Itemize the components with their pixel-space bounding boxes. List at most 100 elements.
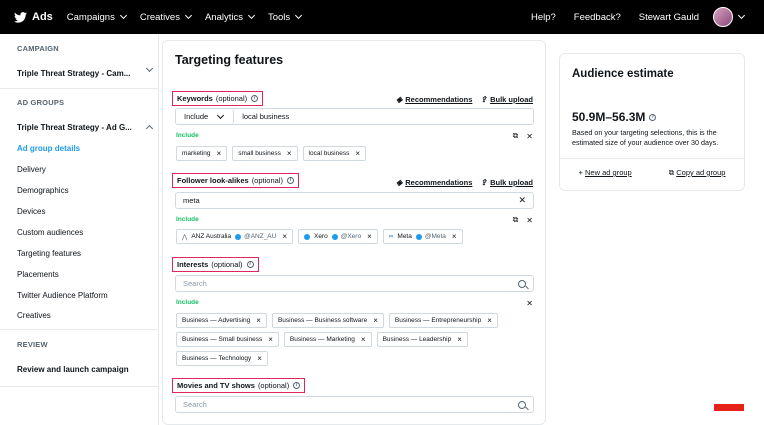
optional-text: (optional) — [211, 260, 243, 269]
sidebar: CAMPAIGN Triple Threat Strategy - Cam...… — [0, 34, 159, 425]
adgroups-header: AD GROUPS — [17, 98, 65, 107]
remove-icon[interactable]: × — [256, 316, 261, 325]
user-name[interactable]: Stewart Gauld — [639, 12, 699, 23]
campaign-selector[interactable]: Triple Threat Strategy - Cam... — [17, 64, 154, 78]
sidebar-item-creatives[interactable]: Creatives — [17, 311, 51, 320]
nav-tools[interactable]: Tools — [268, 11, 303, 23]
remove-icon[interactable]: × — [487, 316, 492, 325]
keywords-input-row: Include local business — [175, 108, 534, 125]
search-icon[interactable] — [518, 279, 526, 288]
sidebar-item-custom-audiences[interactable]: Custom audiences — [17, 228, 83, 237]
interests-label: Interests (optional) i — [172, 257, 259, 272]
sidebar-item-targeting-features[interactable]: Targeting features — [17, 249, 81, 258]
remove-icon[interactable]: × — [287, 149, 292, 158]
chevron-down-icon[interactable] — [737, 11, 746, 20]
feedback-link[interactable]: Feedback? — [574, 12, 621, 23]
info-icon[interactable]: i — [251, 95, 259, 102]
nav-label: Creatives — [139, 11, 180, 23]
followers-actions: ◈ Recommendations ⇪ Bulk upload — [396, 178, 533, 187]
close-icon[interactable]: ✕ — [526, 216, 533, 225]
audience-actions: + New ad group ⧉ Copy ad group — [560, 168, 744, 178]
chevron-down-icon — [217, 111, 225, 119]
sidebar-item-twitter-audience-platform[interactable]: Twitter Audience Platform — [17, 291, 108, 300]
sidebar-item-delivery[interactable]: Delivery — [17, 165, 46, 174]
chevron-up-icon — [145, 124, 154, 133]
xero-logo-icon — [304, 233, 311, 240]
label-text: Follower look-alikes — [177, 176, 249, 185]
bulk-upload-link[interactable]: Bulk upload — [490, 95, 533, 104]
remove-icon[interactable]: × — [452, 232, 457, 241]
recommendations-link[interactable]: Recommendations — [405, 178, 472, 187]
info-icon[interactable]: i — [649, 113, 657, 121]
clear-icon[interactable]: ✕ — [518, 195, 526, 206]
avatar[interactable] — [713, 7, 733, 27]
info-icon[interactable]: i — [286, 177, 294, 184]
followers-input-row: meta ✕ — [175, 192, 534, 209]
info-icon[interactable]: i — [246, 261, 254, 268]
page-title: Targeting features — [175, 53, 284, 67]
audience-range: 50.9M–56.3M i — [572, 110, 657, 124]
remove-icon[interactable]: × — [282, 232, 287, 241]
movies-search-input[interactable]: Search — [183, 400, 207, 409]
info-icon[interactable]: i — [293, 382, 301, 389]
include-label: Include — [176, 216, 199, 223]
optional-text: (optional) — [257, 381, 290, 390]
label-text: Movies and TV shows — [177, 381, 255, 390]
interest-chips: Business — Advertising × Business — Busin… — [176, 313, 521, 370]
keyword-chip: local business × — [302, 146, 367, 161]
adgroup-name: Triple Threat Strategy - Ad G... — [17, 123, 132, 132]
search-icon[interactable] — [518, 400, 526, 409]
remove-icon[interactable]: × — [367, 232, 372, 241]
bulk-upload-link[interactable]: Bulk upload — [490, 178, 533, 187]
chip-label: Business — Advertising — [182, 317, 251, 324]
follower-chips: ⋀ ANZ Australia @ANZ_AU × Xero @Xero × ∞ Meta @… — [176, 229, 516, 248]
anz-logo-icon: ⋀ — [182, 233, 188, 241]
followers-input[interactable]: meta — [183, 196, 200, 205]
youtube-badge — [714, 404, 744, 411]
copy-ad-group-button[interactable]: ⧉ Copy ad group — [669, 168, 726, 178]
follower-chip: Xero @Xero × — [298, 229, 378, 244]
twitter-ads-logo[interactable]: Ads — [14, 11, 53, 23]
chevron-down-icon — [145, 64, 154, 73]
close-icon[interactable]: ✕ — [526, 299, 533, 308]
close-icon[interactable]: ✕ — [526, 132, 533, 141]
chevron-down-icon — [119, 11, 127, 20]
remove-icon[interactable]: × — [268, 335, 273, 344]
remove-icon[interactable]: × — [457, 335, 462, 344]
remove-icon[interactable]: × — [257, 354, 262, 363]
row-actions: ⧉ ✕ — [505, 215, 533, 225]
remove-icon[interactable]: × — [373, 316, 378, 325]
remove-icon[interactable]: × — [355, 149, 360, 158]
verified-icon — [331, 233, 338, 240]
sidebar-item-devices[interactable]: Devices — [17, 207, 45, 216]
nav-label: Campaigns — [66, 11, 115, 23]
keywords-input[interactable]: local business — [242, 112, 289, 121]
remove-icon[interactable]: × — [217, 149, 222, 158]
nav-creatives[interactable]: Creatives — [139, 11, 193, 23]
interest-chip: Business — Business software × — [271, 313, 384, 328]
include-select[interactable]: Include — [176, 109, 235, 124]
sidebar-item-ad-group-details[interactable]: Ad group details — [17, 144, 80, 153]
verified-icon — [235, 233, 242, 240]
interest-chip: Business — Marketing × — [283, 332, 372, 347]
remove-icon[interactable]: × — [361, 335, 366, 344]
interest-chip: Business — Leadership × — [376, 332, 468, 347]
chevron-down-icon — [295, 11, 303, 20]
interests-search-input[interactable]: Search — [183, 279, 207, 288]
new-ad-group-button[interactable]: + New ad group — [579, 168, 632, 178]
chip-label: Business — Entrepreneurship — [394, 317, 482, 324]
adgroup-selector[interactable]: Triple Threat Strategy - Ad G... — [17, 123, 154, 133]
chip-label: Business — Leadership — [382, 336, 452, 343]
sidebar-item-demographics[interactable]: Demographics — [17, 186, 69, 195]
help-link[interactable]: Help? — [531, 12, 556, 23]
nav-campaigns[interactable]: Campaigns — [66, 11, 127, 23]
nav-label: Analytics — [204, 11, 243, 23]
sidebar-item-placements[interactable]: Placements — [17, 270, 59, 279]
sidebar-item-review-launch[interactable]: Review and launch campaign — [17, 365, 129, 374]
copy-icon[interactable]: ⧉ — [513, 215, 519, 225]
nav-analytics[interactable]: Analytics — [204, 11, 256, 23]
recommendations-link[interactable]: Recommendations — [405, 95, 472, 104]
copy-icon[interactable]: ⧉ — [513, 131, 519, 141]
copy-icon: ⧉ — [668, 168, 675, 177]
movies-tv-label: Movies and TV shows (optional) i — [172, 378, 306, 393]
